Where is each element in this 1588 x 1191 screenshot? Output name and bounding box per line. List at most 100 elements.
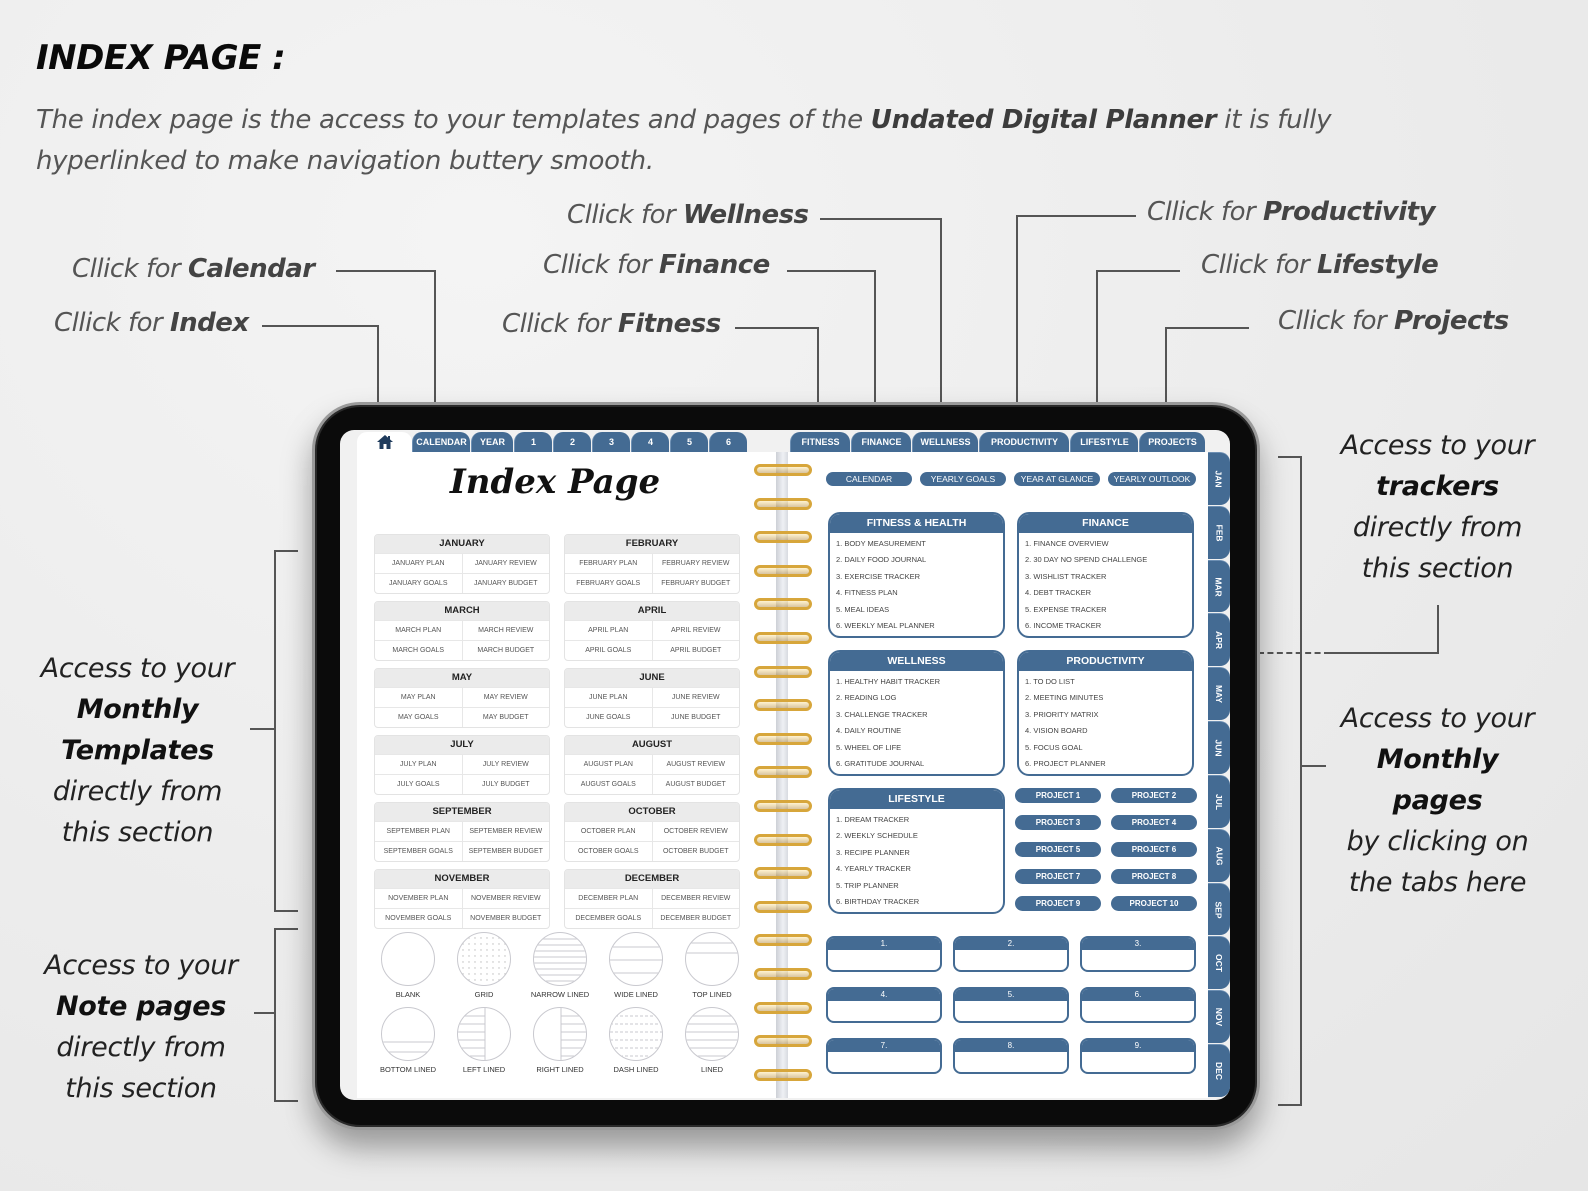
tracker-heading[interactable]: PRODUCTIVITY xyxy=(1019,652,1192,671)
month-link[interactable]: JUNE BUDGET xyxy=(651,708,740,727)
month-link[interactable]: MARCH REVIEW xyxy=(461,621,550,640)
tracker-link[interactable]: 4. YEARLY TRACKER xyxy=(836,861,997,877)
side-tab-oct[interactable]: OCT xyxy=(1208,936,1230,990)
tracker-link[interactable]: 1. FINANCE OVERVIEW xyxy=(1025,536,1186,552)
tracker-link[interactable]: 4. VISION BOARD xyxy=(1025,723,1186,739)
numbered-box[interactable]: 5. xyxy=(953,987,1069,1023)
month-link[interactable]: SEPTEMBER BUDGET xyxy=(461,842,550,861)
month-link[interactable]: APRIL PLAN xyxy=(565,621,652,640)
tracker-link[interactable]: 1. TO DO LIST xyxy=(1025,674,1186,690)
tab-year[interactable]: YEAR xyxy=(471,432,513,452)
month-link[interactable]: MAY REVIEW xyxy=(461,688,550,707)
tab-finance[interactable]: FINANCE xyxy=(851,432,911,452)
numbered-box[interactable]: 3. xyxy=(1080,936,1196,972)
tab-calendar[interactable]: CALENDAR xyxy=(412,432,470,452)
tracker-link[interactable]: 4. FITNESS PLAN xyxy=(836,585,997,601)
tracker-link[interactable]: 5. MEAL IDEAS xyxy=(836,602,997,618)
month-link[interactable]: JANUARY GOALS xyxy=(375,574,462,593)
lined-paper-icon[interactable] xyxy=(685,1007,739,1061)
tab-lifestyle[interactable]: LIFESTYLE xyxy=(1070,432,1138,452)
tracker-link[interactable]: 6. WEEKLY MEAL PLANNER xyxy=(836,618,997,634)
tracker-link[interactable]: 3. CHALLENGE TRACKER xyxy=(836,707,997,723)
project-button[interactable]: PROJECT 7 xyxy=(1015,869,1101,884)
month-link[interactable]: JULY GOALS xyxy=(375,775,462,794)
month-link[interactable]: MARCH PLAN xyxy=(375,621,462,640)
note-page-blank[interactable]: BLANK xyxy=(370,932,446,999)
month-link[interactable]: SEPTEMBER PLAN xyxy=(375,822,462,841)
project-button[interactable]: PROJECT 9 xyxy=(1015,896,1101,911)
tracker-link[interactable]: 1. BODY MEASUREMENT xyxy=(836,536,997,552)
month-link[interactable]: DECEMBER PLAN xyxy=(565,889,652,908)
month-link[interactable]: DECEMBER REVIEW xyxy=(651,889,740,908)
month-link[interactable]: FEBRUARY GOALS xyxy=(565,574,652,593)
note-page-top[interactable]: TOP LINED xyxy=(674,932,750,999)
month-link[interactable]: JULY BUDGET xyxy=(461,775,550,794)
bottom-paper-icon[interactable] xyxy=(381,1007,435,1061)
month-heading[interactable]: SEPTEMBER xyxy=(375,803,549,821)
quick-link-yearly-outlook[interactable]: YEARLY OUTLOOK xyxy=(1108,472,1196,486)
month-link[interactable]: MARCH BUDGET xyxy=(461,641,550,660)
note-page-narrow[interactable]: NARROW LINED xyxy=(522,932,598,999)
month-link[interactable]: NOVEMBER GOALS xyxy=(375,909,462,928)
tracker-link[interactable]: 2. 30 DAY NO SPEND CHALLENGE xyxy=(1025,552,1186,568)
tracker-link[interactable]: 5. FOCUS GOAL xyxy=(1025,740,1186,756)
numbered-box[interactable]: 2. xyxy=(953,936,1069,972)
month-link[interactable]: AUGUST PLAN xyxy=(565,755,652,774)
tracker-link[interactable]: 5. EXPENSE TRACKER xyxy=(1025,602,1186,618)
note-page-left[interactable]: LEFT LINED xyxy=(446,1007,522,1074)
project-button[interactable]: PROJECT 5 xyxy=(1015,842,1101,857)
month-link[interactable]: APRIL REVIEW xyxy=(651,621,740,640)
month-link[interactable]: APRIL BUDGET xyxy=(651,641,740,660)
numbered-box[interactable]: 8. xyxy=(953,1038,1069,1074)
project-button[interactable]: PROJECT 2 xyxy=(1111,788,1197,803)
tracker-link[interactable]: 4. DEBT TRACKER xyxy=(1025,585,1186,601)
month-link[interactable]: OCTOBER REVIEW xyxy=(651,822,740,841)
month-link[interactable]: JANUARY PLAN xyxy=(375,554,462,573)
home-tab[interactable] xyxy=(357,432,412,452)
month-heading[interactable]: JUNE xyxy=(565,669,739,687)
month-heading[interactable]: OCTOBER xyxy=(565,803,739,821)
top-paper-icon[interactable] xyxy=(685,932,739,986)
month-heading[interactable]: MARCH xyxy=(375,602,549,620)
month-heading[interactable]: NOVEMBER xyxy=(375,870,549,888)
month-link[interactable]: OCTOBER BUDGET xyxy=(651,842,740,861)
side-tab-dec[interactable]: DEC xyxy=(1208,1044,1230,1097)
tab-projects[interactable]: PROJECTS xyxy=(1139,432,1205,452)
numbered-box[interactable]: 4. xyxy=(826,987,942,1023)
month-link[interactable]: JULY PLAN xyxy=(375,755,462,774)
side-tab-mar[interactable]: MAR xyxy=(1208,559,1230,613)
side-tab-jul[interactable]: JUL xyxy=(1208,774,1230,828)
grid-paper-icon[interactable] xyxy=(457,932,511,986)
tab-4[interactable]: 4 xyxy=(631,432,669,452)
quick-link-yearly-goals[interactable]: YEARLY GOALS xyxy=(920,472,1006,486)
side-tab-feb[interactable]: FEB xyxy=(1208,505,1230,559)
note-page-lined[interactable]: LINED xyxy=(674,1007,750,1074)
month-link[interactable]: JUNE GOALS xyxy=(565,708,652,727)
right-paper-icon[interactable] xyxy=(533,1007,587,1061)
project-button[interactable]: PROJECT 6 xyxy=(1111,842,1197,857)
project-button[interactable]: PROJECT 4 xyxy=(1111,815,1197,830)
tracker-link[interactable]: 3. EXERCISE TRACKER xyxy=(836,569,997,585)
side-tab-jan[interactable]: JAN xyxy=(1208,452,1230,505)
tracker-heading[interactable]: FITNESS & HEALTH xyxy=(830,514,1003,533)
tab-fitness[interactable]: FITNESS xyxy=(790,432,850,452)
tracker-link[interactable]: 4. DAILY ROUTINE xyxy=(836,723,997,739)
month-heading[interactable]: JANUARY xyxy=(375,535,549,553)
project-button[interactable]: PROJECT 8 xyxy=(1111,869,1197,884)
note-page-grid[interactable]: GRID xyxy=(446,932,522,999)
narrow-paper-icon[interactable] xyxy=(533,932,587,986)
tracker-link[interactable]: 3. PRIORITY MATRIX xyxy=(1025,707,1186,723)
month-link[interactable]: APRIL GOALS xyxy=(565,641,652,660)
tracker-heading[interactable]: FINANCE xyxy=(1019,514,1192,533)
tracker-heading[interactable]: WELLNESS xyxy=(830,652,1003,671)
side-tab-may[interactable]: MAY xyxy=(1208,667,1230,721)
month-link[interactable]: JANUARY REVIEW xyxy=(461,554,550,573)
tracker-link[interactable]: 1. HEALTHY HABIT TRACKER xyxy=(836,674,997,690)
tab-3[interactable]: 3 xyxy=(592,432,630,452)
side-tab-sep[interactable]: SEP xyxy=(1208,882,1230,936)
side-tab-apr[interactable]: APR xyxy=(1208,613,1230,667)
tab-productivity[interactable]: PRODUCTIVITY xyxy=(979,432,1069,452)
month-link[interactable]: AUGUST BUDGET xyxy=(651,775,740,794)
month-link[interactable]: MAY BUDGET xyxy=(461,708,550,727)
project-button[interactable]: PROJECT 3 xyxy=(1015,815,1101,830)
